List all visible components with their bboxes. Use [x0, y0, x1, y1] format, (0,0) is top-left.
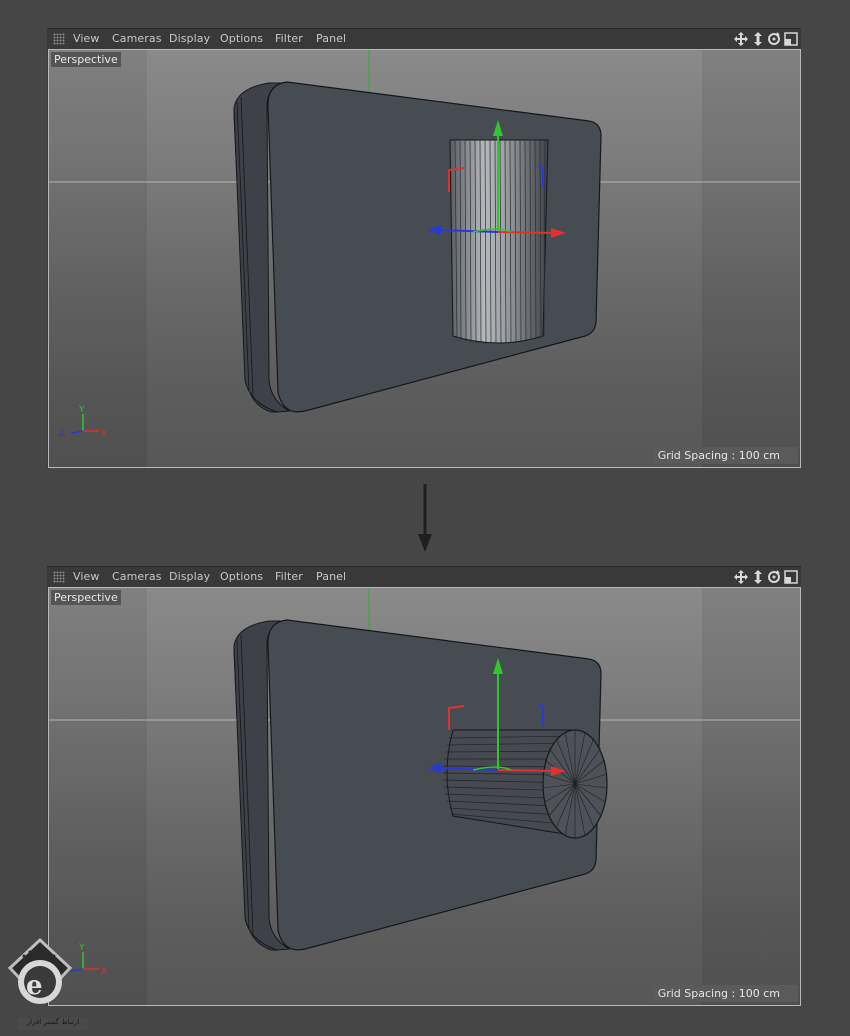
- menu-display[interactable]: Display: [169, 570, 210, 583]
- axis-label-x: X: [101, 967, 107, 977]
- viewport-nav-icons: [734, 32, 798, 46]
- axis-triad: Y Z X: [59, 405, 107, 439]
- rotate-view-icon[interactable]: [768, 32, 780, 45]
- transition-arrow-icon: [418, 484, 432, 552]
- menu-display[interactable]: Display: [169, 32, 210, 45]
- viewport-menubar: View Cameras Display Options Filter Pane…: [47, 566, 801, 587]
- move-view-icon[interactable]: [734, 32, 748, 46]
- panel-grip-icon[interactable]: [53, 571, 65, 583]
- scene-3d: Y Z X: [49, 50, 800, 439]
- menu-panel[interactable]: Panel: [316, 570, 346, 583]
- perspective-viewport[interactable]: Y Z X Perspective Grid Spacing : 100 cm: [48, 49, 801, 468]
- menu-panel[interactable]: Panel: [316, 32, 346, 45]
- menu-filter[interactable]: Filter: [275, 570, 303, 583]
- maximize-view-icon[interactable]: [784, 570, 798, 584]
- box-object[interactable]: [233, 81, 602, 413]
- watermark-logo: e: [7, 938, 73, 1004]
- axis-label-x: X: [101, 429, 107, 439]
- maximize-view-icon[interactable]: [784, 32, 798, 46]
- dolly-view-icon[interactable]: [754, 570, 762, 584]
- viewport-panel-bottom: View Cameras Display Options Filter Pane…: [47, 566, 801, 1006]
- dolly-view-icon[interactable]: [754, 32, 762, 46]
- svg-text:e: e: [26, 971, 43, 1001]
- viewport-nav-icons: [734, 570, 798, 584]
- grid-spacing-label: Grid Spacing : 100 cm: [653, 447, 798, 464]
- camera-label[interactable]: Perspective: [51, 590, 121, 605]
- watermark-text: ارتباط گستر افزار: [18, 1018, 88, 1030]
- grid-spacing-label: Grid Spacing : 100 cm: [653, 985, 798, 1002]
- viewport-panel-top: View Cameras Display Options Filter Pane…: [47, 28, 801, 468]
- menu-cameras[interactable]: Cameras: [112, 570, 162, 583]
- camera-label[interactable]: Perspective: [51, 52, 121, 67]
- menu-options[interactable]: Options: [220, 570, 263, 583]
- axis-label-z: Z: [59, 429, 65, 439]
- menu-view[interactable]: View: [73, 570, 100, 583]
- menu-view[interactable]: View: [73, 32, 100, 45]
- viewport-menubar: View Cameras Display Options Filter Pane…: [47, 28, 801, 49]
- axis-label-y: Y: [78, 405, 85, 415]
- panel-grip-icon[interactable]: [53, 33, 65, 45]
- menu-filter[interactable]: Filter: [275, 32, 303, 45]
- menu-options[interactable]: Options: [220, 32, 263, 45]
- menu-cameras[interactable]: Cameras: [112, 32, 162, 45]
- rotate-view-icon[interactable]: [768, 570, 780, 583]
- scene-3d: Y Z X: [49, 588, 800, 977]
- perspective-viewport[interactable]: Y Z X Perspective Grid Spacing : 100 cm: [48, 587, 801, 1006]
- move-view-icon[interactable]: [734, 570, 748, 584]
